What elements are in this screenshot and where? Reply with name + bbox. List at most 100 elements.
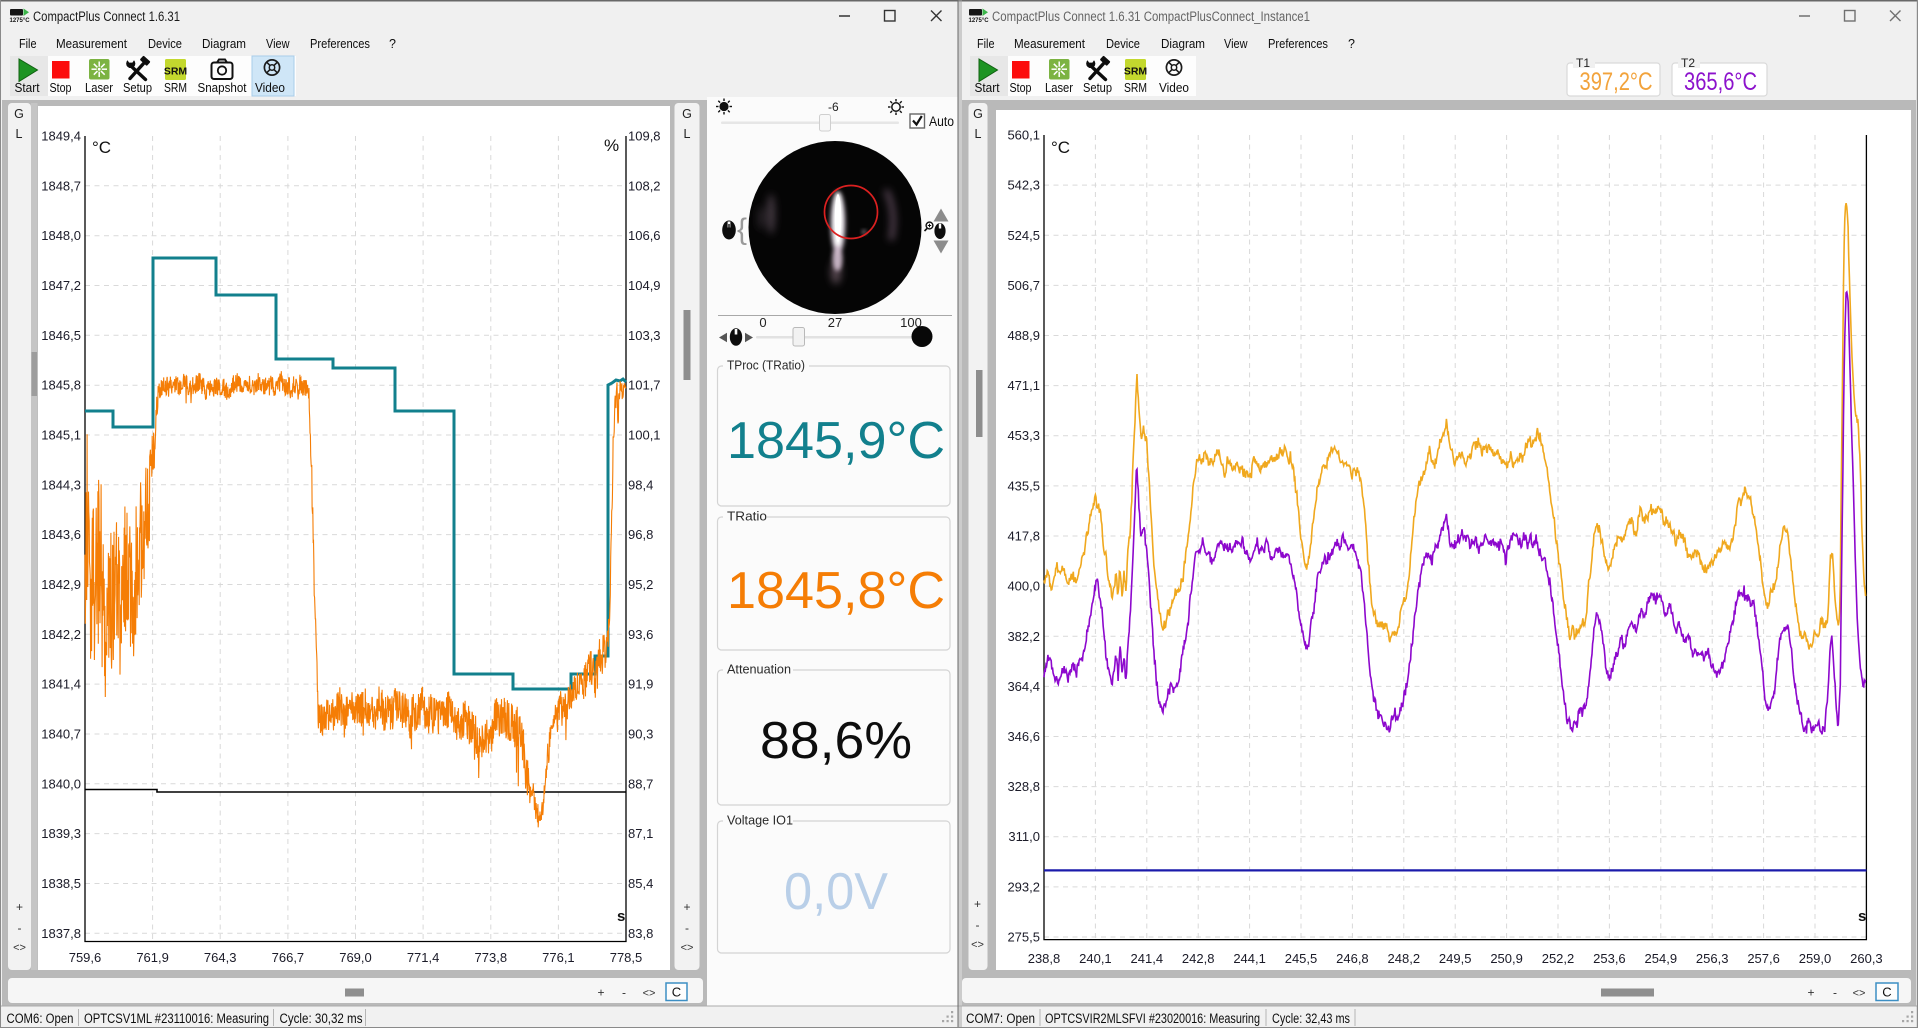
svg-text:238,8: 238,8	[1028, 951, 1061, 966]
svg-text:773,8: 773,8	[475, 950, 508, 965]
svg-text:87,1: 87,1	[628, 826, 653, 841]
svg-text:1846,5: 1846,5	[41, 328, 81, 343]
svg-text:Device: Device	[1106, 37, 1140, 51]
svg-text:<>: <>	[13, 942, 26, 954]
svg-text:OPTCSVIR2MLSFVI #23020016: Mea: OPTCSVIR2MLSFVI #23020016: Measuring	[1045, 1011, 1260, 1026]
svg-text:<>: <>	[643, 988, 656, 1000]
svg-text:83,8: 83,8	[628, 926, 653, 941]
svg-text:C: C	[672, 985, 681, 1000]
svg-text:241,4: 241,4	[1131, 951, 1164, 966]
svg-text:764,3: 764,3	[204, 950, 237, 965]
svg-text:Cycle: 30,32 ms: Cycle: 30,32 ms	[280, 1011, 363, 1026]
svg-text:%: %	[604, 136, 619, 155]
svg-text:<>: <>	[971, 939, 984, 951]
svg-text:778,5: 778,5	[610, 950, 643, 965]
svg-text:Device: Device	[148, 37, 182, 51]
svg-text:C: C	[1882, 985, 1891, 1000]
svg-text:Diagram: Diagram	[1161, 37, 1205, 51]
svg-text:257,6: 257,6	[1747, 951, 1780, 966]
svg-text:COM7: Open: COM7: Open	[966, 1011, 1035, 1026]
svg-text:91,9: 91,9	[628, 677, 653, 692]
svg-text:Auto: Auto	[929, 114, 954, 129]
svg-text:103,3: 103,3	[628, 328, 661, 343]
svg-text:245,5: 245,5	[1285, 951, 1318, 966]
svg-text:-: -	[976, 918, 980, 932]
svg-text:1847,2: 1847,2	[41, 278, 81, 293]
svg-text:Cycle: 32,43 ms: Cycle: 32,43 ms	[1272, 1011, 1350, 1026]
svg-text:0,0V: 0,0V	[784, 863, 888, 921]
svg-text:Stop: Stop	[50, 81, 72, 95]
svg-text:{: {	[737, 213, 747, 246]
svg-text:27: 27	[828, 315, 842, 330]
svg-text:275,5: 275,5	[1007, 930, 1040, 945]
svg-text:1839,3: 1839,3	[41, 826, 81, 841]
svg-text:109,8: 109,8	[628, 129, 661, 144]
svg-text:104,9: 104,9	[628, 278, 661, 293]
svg-text:1842,2: 1842,2	[41, 627, 81, 642]
svg-text:SRM: SRM	[164, 81, 187, 95]
svg-text:File: File	[977, 37, 995, 51]
svg-text:400,0: 400,0	[1007, 579, 1040, 594]
svg-text:776,1: 776,1	[542, 950, 575, 965]
svg-text:453,3: 453,3	[1007, 428, 1040, 443]
svg-text:Stop: Stop	[1010, 81, 1032, 95]
svg-text:L: L	[975, 127, 982, 141]
svg-text:1840,7: 1840,7	[41, 727, 81, 742]
svg-text:L: L	[16, 127, 23, 141]
svg-text:1837,8: 1837,8	[41, 926, 81, 941]
svg-text:-: -	[1833, 986, 1837, 1000]
svg-text:95,2: 95,2	[628, 577, 653, 592]
svg-text:s: s	[617, 908, 625, 925]
svg-text:1275°C: 1275°C	[969, 18, 990, 24]
svg-text:+: +	[683, 900, 690, 914]
svg-text:771,4: 771,4	[407, 950, 440, 965]
svg-text:249,5: 249,5	[1439, 951, 1472, 966]
svg-text:TProc (TRatio): TProc (TRatio)	[727, 359, 805, 373]
svg-text:<>: <>	[1853, 988, 1866, 1000]
svg-text:560,1: 560,1	[1007, 128, 1040, 143]
svg-text:Start: Start	[15, 81, 40, 95]
svg-text:1848,7: 1848,7	[41, 178, 81, 193]
svg-text:View: View	[1224, 37, 1248, 51]
svg-text:+: +	[597, 986, 604, 1000]
svg-text:Preferences: Preferences	[310, 37, 370, 51]
svg-text:View: View	[266, 37, 290, 51]
svg-text:SRM: SRM	[164, 66, 188, 78]
svg-text:?: ?	[389, 37, 396, 51]
svg-text:?: ?	[1348, 37, 1355, 51]
svg-text:Diagram: Diagram	[202, 37, 246, 51]
svg-text:88,7: 88,7	[628, 776, 653, 791]
svg-text:+: +	[16, 900, 23, 914]
svg-text:Video: Video	[255, 81, 285, 95]
svg-text:293,2: 293,2	[1007, 879, 1040, 894]
svg-text:766,7: 766,7	[272, 950, 305, 965]
svg-text:Video: Video	[1159, 81, 1189, 95]
svg-text:1845,9°C: 1845,9°C	[727, 412, 945, 470]
svg-text:1844,3: 1844,3	[41, 477, 81, 492]
svg-text:-: -	[685, 921, 689, 935]
svg-text:250,9: 250,9	[1490, 951, 1523, 966]
svg-text:524,5: 524,5	[1007, 228, 1040, 243]
svg-text:Setup: Setup	[123, 81, 152, 95]
svg-text:101,7: 101,7	[628, 378, 661, 393]
svg-text:244,1: 244,1	[1233, 951, 1266, 966]
svg-text:506,7: 506,7	[1007, 278, 1040, 293]
svg-text:435,5: 435,5	[1007, 478, 1040, 493]
svg-text:85,4: 85,4	[628, 876, 653, 891]
svg-text:Measurement: Measurement	[1014, 37, 1085, 51]
svg-text:364,4: 364,4	[1007, 679, 1040, 694]
svg-text:542,3: 542,3	[1007, 178, 1040, 193]
svg-text:382,2: 382,2	[1007, 629, 1040, 644]
svg-text:CompactPlus Connect 1.6.31: CompactPlus Connect 1.6.31	[33, 9, 180, 24]
svg-text:Laser: Laser	[1045, 81, 1073, 95]
svg-text:Laser: Laser	[85, 81, 113, 95]
svg-text:252,2: 252,2	[1542, 951, 1575, 966]
svg-text:471,1: 471,1	[1007, 378, 1040, 393]
svg-text:1842,9: 1842,9	[41, 577, 81, 592]
svg-text:88,6%: 88,6%	[760, 712, 912, 770]
svg-text:-: -	[18, 921, 22, 935]
svg-text:96,8: 96,8	[628, 527, 653, 542]
svg-text:File: File	[19, 37, 37, 51]
svg-text:259,0: 259,0	[1799, 951, 1832, 966]
svg-text:1840,0: 1840,0	[41, 776, 81, 791]
